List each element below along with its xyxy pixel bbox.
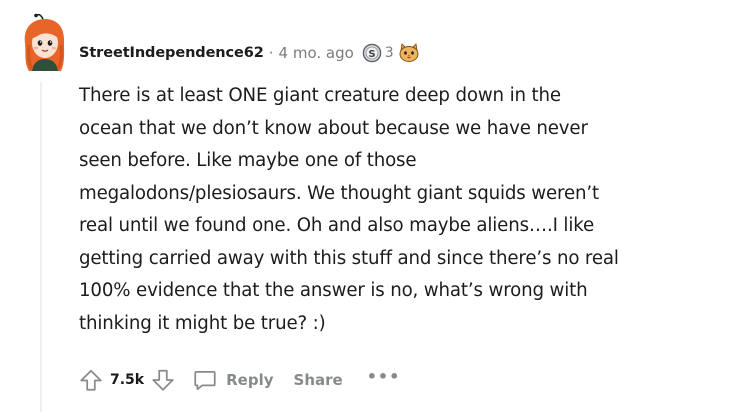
awards[interactable]: S 3	[362, 43, 420, 63]
avatar-icon	[24, 13, 65, 71]
share-button[interactable]: Share	[294, 371, 343, 389]
comment-line: real until we found one. Oh and also may…	[79, 215, 595, 236]
reply-label: Reply	[226, 371, 274, 389]
comment-line: thinking it might be true? :)	[79, 312, 326, 334]
comment-line: ocean that we don’t know about because w…	[79, 117, 588, 139]
upvote-button[interactable]	[78, 367, 104, 393]
avatar[interactable]	[19, 13, 69, 75]
comment-line: There is at least ONE giant creature dee…	[79, 85, 561, 106]
svg-text:S: S	[368, 49, 375, 60]
comment-line: seen before. Like maybe one of those	[79, 150, 417, 171]
upvote-arrow-icon	[80, 369, 102, 391]
downvote-arrow-icon	[152, 369, 174, 391]
silver-award-icon: S	[362, 43, 382, 63]
comment-line: 100% evidence that the answer is no, wha…	[79, 280, 588, 301]
cat-award-icon	[399, 43, 419, 62]
comment-line: getting carried away with this stuff and…	[79, 247, 619, 269]
vote-count: 7.5k	[110, 372, 145, 388]
reply-button[interactable]: Reply	[192, 367, 274, 393]
comment-header: StreetIndependence62 · 4 mo. ago S 3	[79, 40, 420, 66]
more-options-button[interactable]: •••	[367, 367, 401, 386]
username-link[interactable]: StreetIndependence62	[79, 45, 264, 61]
comment-bubble-icon	[194, 371, 216, 391]
comment-actions: 7.5k Reply Share •••	[78, 362, 400, 398]
comment-line: megalodons/plesiosaurs. We thought giant…	[79, 182, 599, 204]
separator-dot: ·	[268, 44, 274, 62]
downvote-button[interactable]	[150, 367, 176, 393]
comment-body: There is at least ONE giant creature dee…	[79, 80, 719, 340]
share-label: Share	[293, 371, 343, 389]
award-count: 3	[384, 45, 394, 61]
thread-line[interactable]	[40, 82, 42, 412]
comment-timestamp[interactable]: 4 mo. ago	[279, 44, 354, 62]
